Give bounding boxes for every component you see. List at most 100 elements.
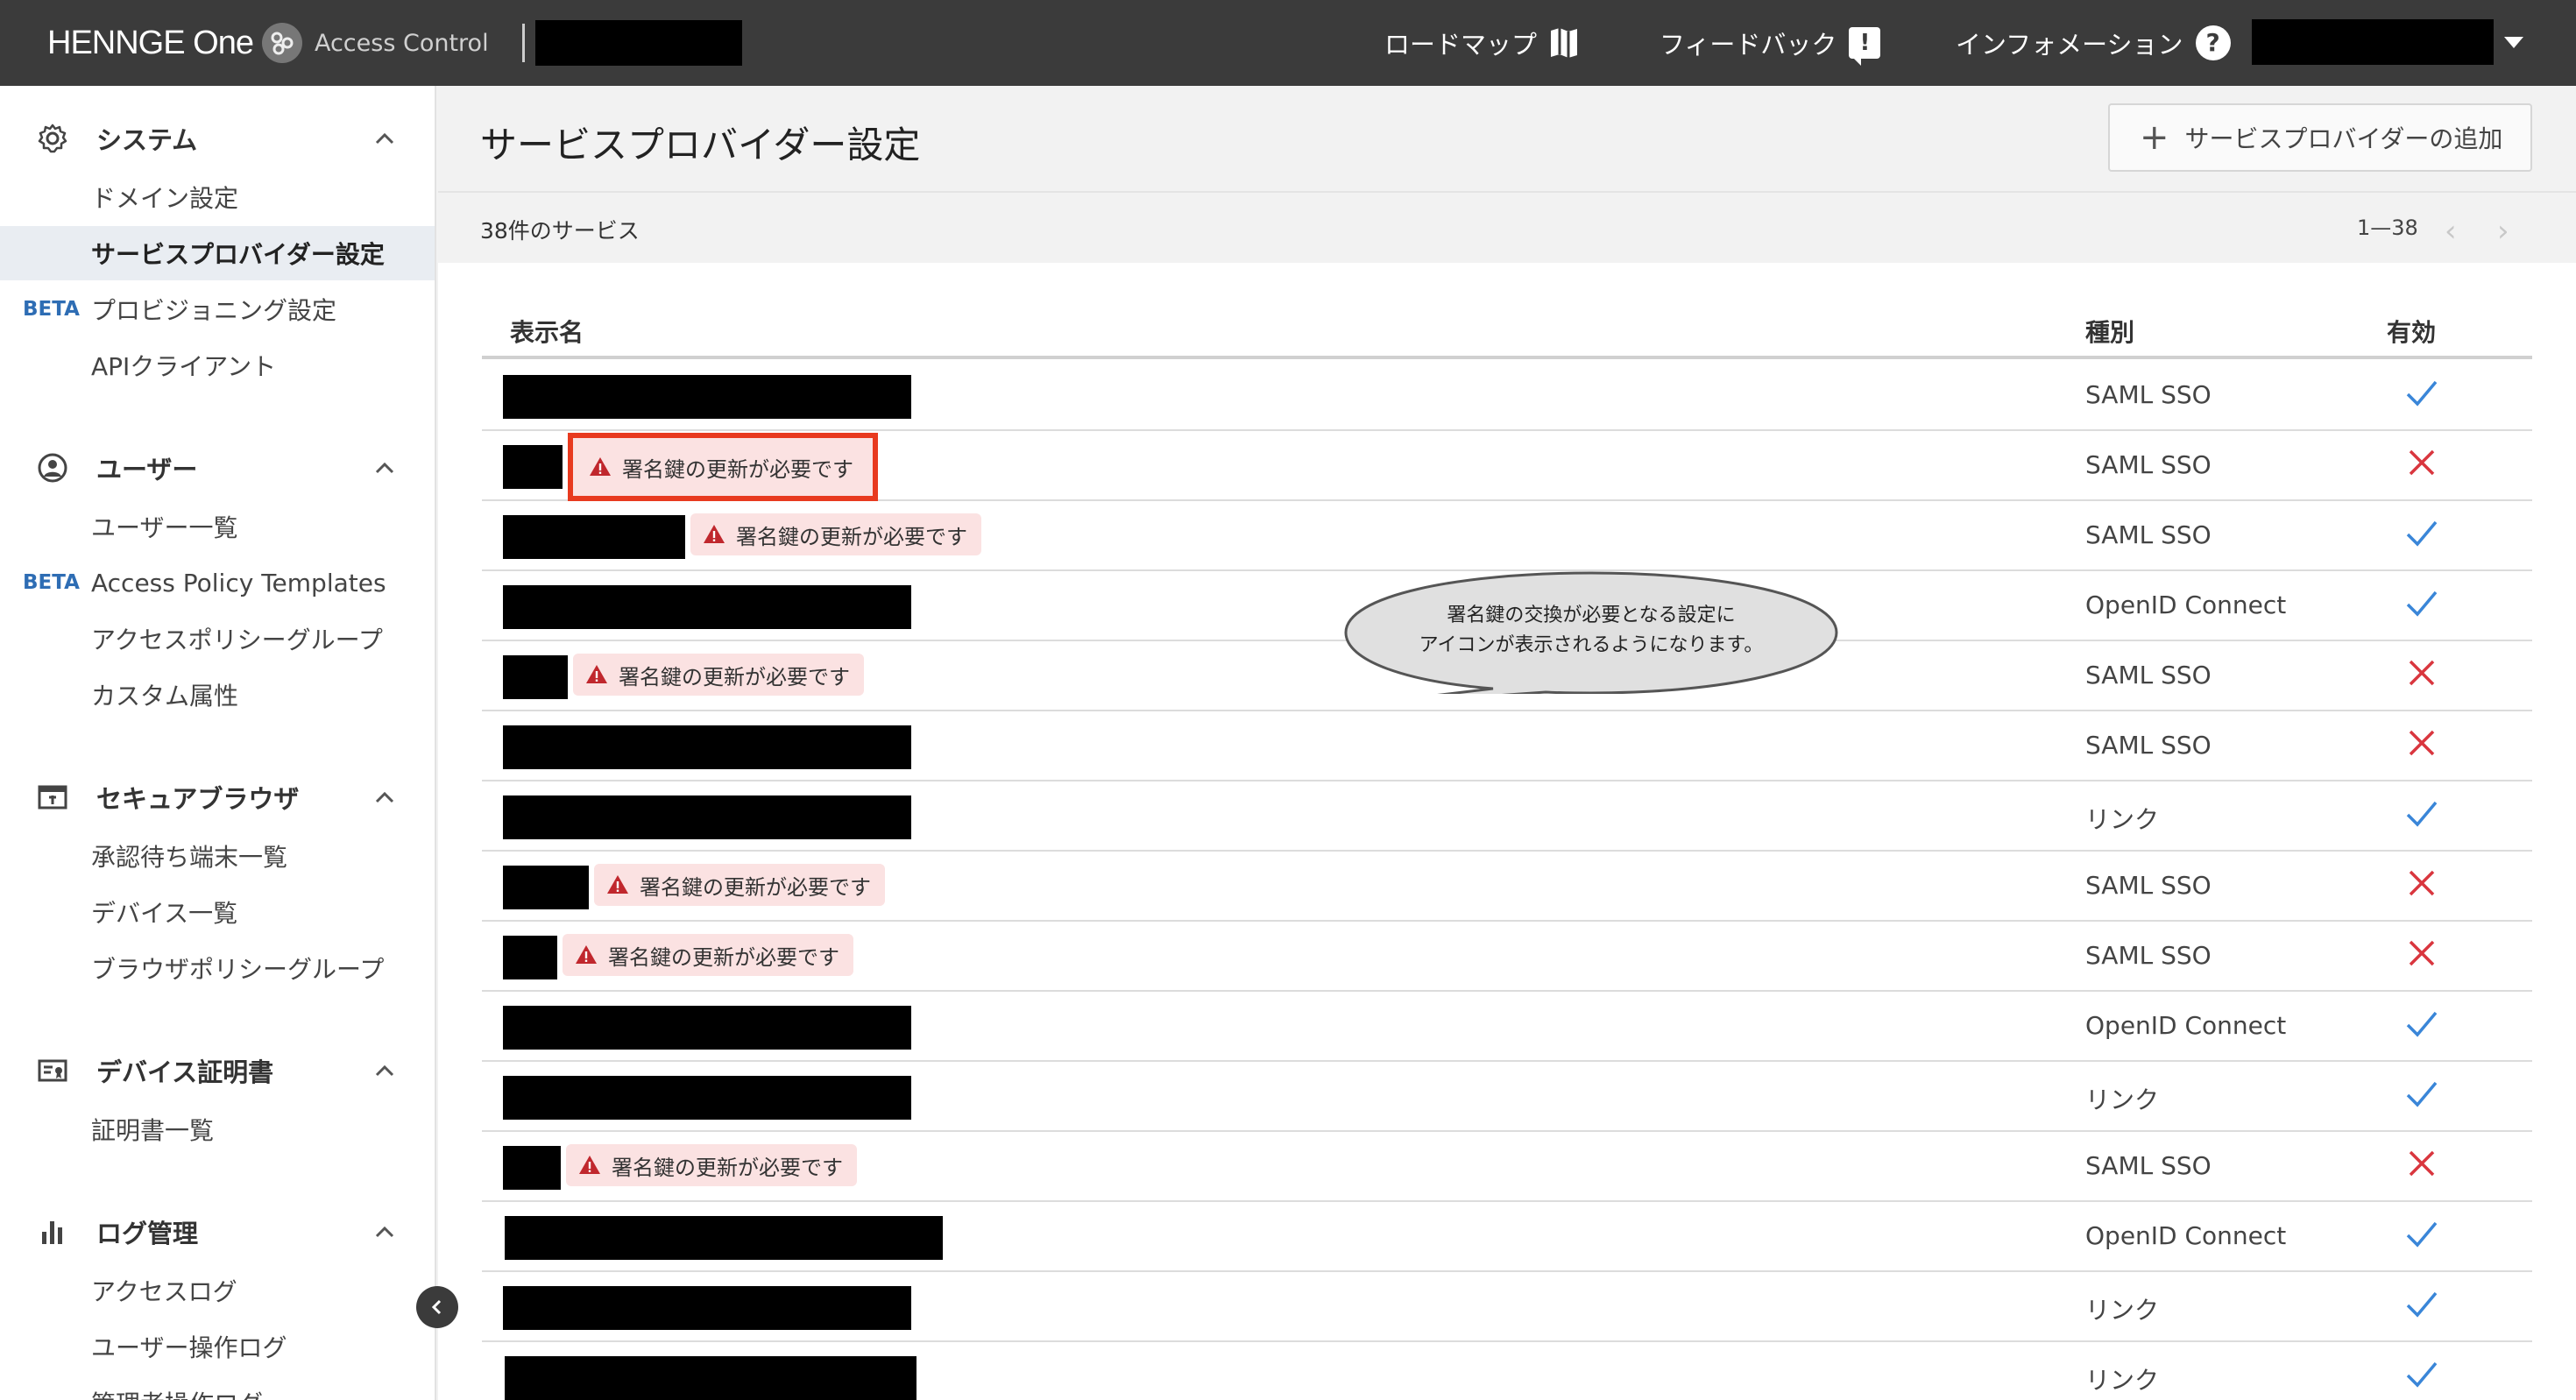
service-type: OpenID Connect — [2085, 1011, 2287, 1040]
table-row[interactable]: SAML SSO — [482, 361, 2532, 431]
chevron-up-icon[interactable] — [370, 453, 400, 483]
sidebar-item-service-provider[interactable]: サービスプロバイダー設定 — [0, 226, 435, 280]
table-row[interactable]: 署名鍵の更新が必要です SAML SSO — [482, 431, 2532, 501]
sidebar-section-log-management[interactable]: ログ管理 — [0, 1206, 435, 1258]
service-name-redacted[interactable] — [505, 1356, 916, 1400]
chevron-left-icon[interactable]: ‹ — [2445, 214, 2457, 249]
chevron-up-icon[interactable] — [370, 1056, 400, 1085]
top-bar: HENNGE One Access Control ロードマップ フィードバック… — [0, 0, 2576, 86]
table-row[interactable]: 署名鍵の更新が必要です SAML SSO — [482, 852, 2532, 922]
sidebar-section-secure-browser[interactable]: セキュアブラウザ — [0, 771, 435, 824]
service-type: OpenID Connect — [2085, 590, 2287, 619]
sidebar-item-custom-attributes[interactable]: カスタム属性 — [0, 668, 435, 722]
table-row[interactable]: OpenID Connect — [482, 992, 2532, 1062]
service-name-redacted[interactable] — [503, 655, 568, 699]
sidebar-item-access-policy-templates[interactable]: BETA Access Policy Templates — [0, 555, 435, 610]
sidebar-section-device-certificates[interactable]: デバイス証明書 — [0, 1044, 435, 1097]
service-type: SAML SSO — [2085, 731, 2212, 760]
sidebar-item-user-operation-log[interactable]: ユーザー操作ログ — [0, 1319, 435, 1374]
pagination-range: 1—38 — [2357, 216, 2418, 240]
service-name-redacted[interactable] — [503, 445, 563, 489]
service-type: SAML SSO — [2085, 1151, 2212, 1180]
service-name-redacted[interactable] — [503, 795, 911, 839]
service-count: 38件のサービス — [480, 218, 640, 244]
sidebar-item-access-policy-group[interactable]: アクセスポリシーグループ — [0, 612, 435, 666]
column-header-enabled[interactable]: 有効 — [2387, 314, 2436, 349]
sidebar-item-admin-operation-log[interactable]: 管理者操作ログ — [0, 1375, 435, 1400]
beta-badge: BETA — [23, 298, 80, 321]
nav-feedback[interactable]: フィードバック ! — [1660, 0, 1881, 86]
nav-roadmap[interactable]: ロードマップ — [1384, 0, 1579, 86]
user-menu-redacted[interactable] — [2252, 19, 2494, 65]
check-icon — [2403, 1076, 2441, 1114]
signing-key-warning-badge: 署名鍵の更新が必要です — [568, 433, 878, 501]
service-name-redacted[interactable] — [503, 1076, 911, 1120]
sidebar-item-browser-policy-group[interactable]: ブラウザポリシーグループ — [0, 941, 435, 995]
service-name-redacted[interactable] — [505, 1216, 943, 1260]
chevron-up-icon[interactable] — [370, 782, 400, 812]
chevron-right-icon[interactable]: › — [2497, 214, 2509, 249]
sidebar-section-users[interactable]: ユーザー — [0, 442, 435, 494]
service-name-redacted[interactable] — [503, 1006, 911, 1050]
sidebar-item-label: プロビジョニング設定 — [91, 296, 337, 325]
service-name-redacted[interactable] — [503, 1286, 911, 1330]
sidebar-item-certificate-list[interactable]: 証明書一覧 — [0, 1102, 435, 1156]
sidebar-section-system[interactable]: システム — [0, 112, 435, 165]
table-row[interactable]: 署名鍵の更新が必要です SAML SSO — [482, 1132, 2532, 1202]
service-type: SAML SSO — [2085, 661, 2212, 689]
nav-roadmap-label: ロードマップ — [1384, 30, 1538, 60]
sidebar-item-access-log[interactable]: アクセスログ — [0, 1263, 435, 1318]
sidebar-item-label: サービスプロバイダー設定 — [91, 240, 385, 269]
table-row[interactable]: リンク — [482, 1342, 2532, 1400]
table-row[interactable]: 署名鍵の更新が必要です SAML SSO — [482, 501, 2532, 571]
service-name-redacted[interactable] — [503, 936, 557, 979]
chevron-up-icon[interactable] — [370, 124, 400, 153]
sidebar-item-api-client[interactable]: APIクライアント — [0, 338, 435, 392]
nav-information[interactable]: インフォメーション ? — [1956, 0, 2231, 86]
service-name-redacted[interactable] — [503, 585, 911, 629]
service-name-redacted[interactable] — [503, 1146, 561, 1190]
sidebar-collapse-button[interactable] — [416, 1286, 458, 1328]
main-content: サービスプロバイダー設定 + サービスプロバイダーの追加 38件のサービス 1—… — [438, 86, 2576, 1400]
sidebar-item-pending-devices[interactable]: 承認待ち端末一覧 — [0, 829, 435, 883]
warning-text: 署名鍵の更新が必要です — [622, 456, 853, 482]
add-service-provider-button[interactable]: + サービスプロバイダーの追加 — [2108, 103, 2532, 172]
sidebar-item-user-list[interactable]: ユーザー一覧 — [0, 499, 435, 554]
chevron-up-icon[interactable] — [370, 1217, 400, 1247]
sidebar-item-device-list[interactable]: デバイス一覧 — [0, 885, 435, 939]
table-row[interactable]: 署名鍵の更新が必要です SAML SSO — [482, 922, 2532, 992]
brand-name: HENNGE One — [47, 24, 254, 61]
sidebar-item-provisioning[interactable]: BETA プロビジョニング設定 — [0, 282, 435, 336]
gear-icon — [35, 121, 70, 156]
service-type: SAML SSO — [2085, 380, 2212, 409]
table-row[interactable]: OpenID Connect — [482, 1202, 2532, 1272]
brand[interactable]: HENNGE One Access Control — [47, 23, 489, 63]
sidebar-item-label: APIクライアント — [91, 352, 277, 381]
table-row[interactable]: リンク — [482, 1062, 2532, 1132]
column-header-type[interactable]: 種別 — [2085, 314, 2134, 349]
sidebar-item-label: 承認待ち端末一覧 — [91, 843, 288, 872]
service-type: OpenID Connect — [2085, 1221, 2287, 1250]
column-header-name[interactable]: 表示名 — [510, 314, 584, 349]
sidebar-item-label: 管理者操作ログ — [91, 1385, 263, 1400]
service-name-redacted[interactable] — [503, 866, 589, 909]
service-name-redacted[interactable] — [503, 725, 911, 769]
warning-icon — [607, 875, 628, 894]
feedback-icon: ! — [1849, 27, 1881, 66]
table-row[interactable]: SAML SSO — [482, 711, 2532, 781]
check-icon — [2403, 795, 2441, 834]
sidebar-item-label: アクセスログ — [91, 1277, 237, 1306]
warning-text: 署名鍵の更新が必要です — [608, 944, 839, 970]
sidebar: システム ドメイン設定 サービスプロバイダー設定 BETA プロビジョニング設定 … — [0, 86, 436, 1400]
sidebar-item-domain[interactable]: ドメイン設定 — [0, 170, 435, 224]
section-title: デバイス証明書 — [96, 1057, 274, 1087]
service-name-redacted[interactable] — [503, 375, 911, 419]
service-name-redacted[interactable] — [503, 515, 685, 559]
table-row[interactable]: リンク — [482, 781, 2532, 852]
warning-text: 署名鍵の更新が必要です — [640, 874, 871, 900]
browser-icon — [35, 780, 70, 815]
table-row[interactable]: リンク — [482, 1272, 2532, 1342]
section-title: ユーザー — [96, 455, 198, 484]
caret-down-icon[interactable] — [2504, 37, 2523, 48]
check-icon — [2403, 1356, 2441, 1395]
